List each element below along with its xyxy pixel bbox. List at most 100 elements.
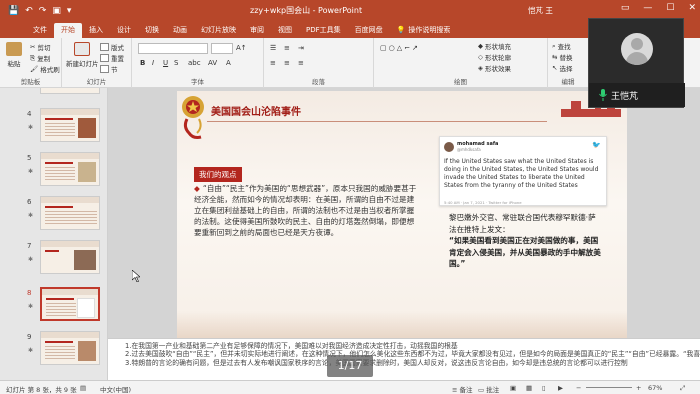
thumbnail-row[interactable]: 8 ✱ — [0, 285, 107, 329]
comments-icon: ▭ — [478, 386, 487, 394]
tab-insert[interactable]: 插入 — [82, 23, 110, 38]
spacing-icon[interactable]: AV — [208, 59, 217, 67]
notes-toggle[interactable]: ≡ 备注 — [452, 384, 473, 394]
zoom-level[interactable]: 67% — [648, 384, 662, 392]
copy-button[interactable]: ⎘ 复制 — [30, 53, 50, 64]
tweet-body: If the United States saw what the United… — [444, 158, 599, 189]
shadow-button[interactable]: S — [174, 59, 178, 67]
save-icon[interactable]: 💾 — [8, 6, 19, 16]
tab-animations[interactable]: 动画 — [166, 23, 194, 38]
notes-pane[interactable]: 1.在我国第一产业和基础第二产业有足够保障的情况下，美国难以对我国经济造成决定性… — [108, 338, 700, 380]
ribbon-display-icon[interactable]: ▭ — [621, 3, 630, 13]
undo-icon[interactable]: ↶ — [25, 6, 33, 16]
quote-text-box[interactable]: 黎巴嫩外交官、常驻联合国代表穆罕默德·萨法在推特上发文： “如果美国看到美国正在… — [449, 212, 601, 270]
align-center-icon[interactable]: ≡ — [284, 59, 290, 67]
thumbnail-row[interactable]: 9 ✱ — [0, 329, 107, 373]
italic-button[interactable]: I — [152, 59, 154, 67]
close-icon[interactable]: ✕ — [688, 3, 696, 13]
slide-thumbnail[interactable] — [40, 331, 100, 365]
tab-baidu-netdisk[interactable]: 百度网盘 — [348, 23, 390, 38]
new-slide-button[interactable]: 新建幻灯片 — [66, 42, 99, 68]
tweet-screenshot[interactable]: mohamad safa @mhdksafa 🐦 If the United S… — [439, 136, 607, 206]
comments-toggle[interactable]: ▭ 批注 — [478, 384, 499, 394]
thumbnail-row[interactable]: 4 ✱ — [0, 106, 107, 150]
section-icon — [100, 65, 109, 73]
viewpoint-text-box[interactable]: ◆ “自由”“民主”作为美国的“思想武器”，原本只我国的威胁要甚于经济全能，然而如… — [194, 183, 417, 238]
numbering-icon[interactable]: ≡ — [284, 44, 290, 52]
tab-home[interactable]: 开始 — [54, 23, 82, 38]
user-account[interactable]: 恺芃 王 — [528, 5, 553, 16]
tell-me-search[interactable]: 💡 操作说明搜索 — [390, 23, 458, 38]
paste-button[interactable]: 粘贴 — [6, 42, 22, 68]
maximize-icon[interactable]: ☐ — [666, 3, 674, 13]
slides-label: 幻灯片 — [86, 78, 107, 86]
replace-button[interactable]: ⇆ 替换 — [552, 52, 572, 62]
tab-slideshow[interactable]: 幻灯片放映 — [194, 23, 243, 38]
copy-icon: ⎘ — [30, 53, 36, 62]
video-call-tile[interactable]: 王恺芃 — [588, 18, 685, 108]
language-status[interactable]: 中文(中国) — [100, 384, 131, 394]
cut-button[interactable]: ✂ 剪切 — [30, 42, 50, 52]
minimize-icon[interactable]: — — [643, 3, 652, 13]
slide-thumbnail[interactable] — [40, 196, 100, 230]
strikethrough-icon[interactable]: abc — [188, 59, 201, 67]
microphone-icon[interactable] — [599, 89, 607, 101]
tab-transitions[interactable]: 切换 — [138, 23, 166, 38]
animation-star-icon: ✱ — [28, 303, 34, 310]
slide-thumbnail[interactable] — [40, 152, 100, 186]
sorter-view-icon[interactable]: ▦ — [526, 384, 532, 392]
tab-file[interactable]: 文件 — [26, 23, 54, 38]
slide-thumbnail[interactable] — [40, 88, 100, 94]
section-button[interactable]: 节 — [100, 64, 118, 74]
redo-icon[interactable]: ↷ — [39, 6, 47, 16]
font-size-box[interactable] — [211, 43, 233, 54]
zoom-slider[interactable] — [586, 387, 632, 388]
paragraph-label: 段落 — [312, 78, 325, 86]
shape-effects-button[interactable]: ◈ 形状效果 — [478, 63, 511, 73]
shape-outline-button[interactable]: ◇ 形状轮廓 — [478, 52, 511, 62]
thumbnail-row[interactable] — [0, 88, 107, 102]
current-slide[interactable]: 美国国会山沦陷事件 我们的观点 ◆ “自由”“民主”作为美国的“思想武器”，原本只… — [177, 91, 627, 341]
fit-slide-icon[interactable]: ⤢ — [680, 384, 685, 393]
thumbnail-row[interactable]: 5 ✱ — [0, 150, 107, 194]
format-painter-button[interactable]: 🖌 格式刷 — [30, 64, 60, 74]
tab-pdf-tools[interactable]: PDF工具集 — [299, 23, 348, 38]
slide-thumbnail[interactable] — [40, 240, 100, 274]
thumbnail-row[interactable]: 6 ✱ — [0, 194, 107, 238]
reset-button[interactable]: 重置 — [100, 53, 124, 63]
font-name-box[interactable] — [138, 43, 208, 54]
bold-button[interactable]: B — [140, 59, 145, 67]
zoom-in-icon[interactable]: + — [636, 384, 641, 392]
slide-thumbnail[interactable] — [40, 108, 100, 142]
normal-view-icon[interactable]: ▣ — [510, 384, 516, 392]
font-color-icon[interactable]: A — [226, 59, 231, 67]
reset-icon — [100, 54, 109, 62]
tab-review[interactable]: 审阅 — [243, 23, 271, 38]
note-line: 2.过去美国鼓吹“自由”“民主”，但并未切实际地进行阐述，在这种情况下，他们怎么… — [125, 350, 700, 359]
layout-button[interactable]: 版式 — [100, 42, 124, 52]
clipboard-label: 剪贴板 — [20, 78, 41, 86]
slide-thumbnail-selected[interactable] — [40, 287, 100, 321]
slide-title[interactable]: 美国国会山沦陷事件 — [211, 103, 301, 118]
shape-fill-button[interactable]: ◆ 形状填充 — [478, 41, 511, 51]
indent-icon[interactable]: ⇥ — [298, 44, 304, 52]
align-right-icon[interactable]: ≡ — [298, 59, 304, 67]
find-button[interactable]: ⌕ 查找 — [552, 41, 571, 52]
shapes-gallery-icon[interactable]: ▢○△⌐↗ — [380, 44, 420, 52]
present-icon[interactable]: ▣ — [52, 6, 61, 16]
grow-font-icon[interactable]: A↑ — [236, 44, 247, 52]
tab-design[interactable]: 设计 — [110, 23, 138, 38]
underline-button[interactable]: U — [163, 59, 168, 67]
tab-view[interactable]: 视图 — [271, 23, 299, 38]
bullets-icon[interactable]: ☰ — [270, 44, 276, 52]
zoom-out-icon[interactable]: − — [576, 384, 581, 392]
reading-view-icon[interactable]: ▯ — [542, 384, 546, 392]
viewpoint-label[interactable]: 我们的观点 — [194, 167, 242, 182]
slideshow-view-icon[interactable]: ▶ — [558, 384, 563, 392]
select-button[interactable]: ↖ 选择 — [552, 63, 572, 73]
customize-qat-icon[interactable]: ▾ — [67, 6, 72, 16]
spellcheck-icon[interactable]: ▤ — [80, 384, 86, 392]
align-left-icon[interactable]: ≡ — [270, 59, 276, 67]
thumbnail-row[interactable]: 7 ✱ — [0, 238, 107, 282]
group-font: A↑ B I U S abc AV A 字体 — [132, 38, 264, 88]
